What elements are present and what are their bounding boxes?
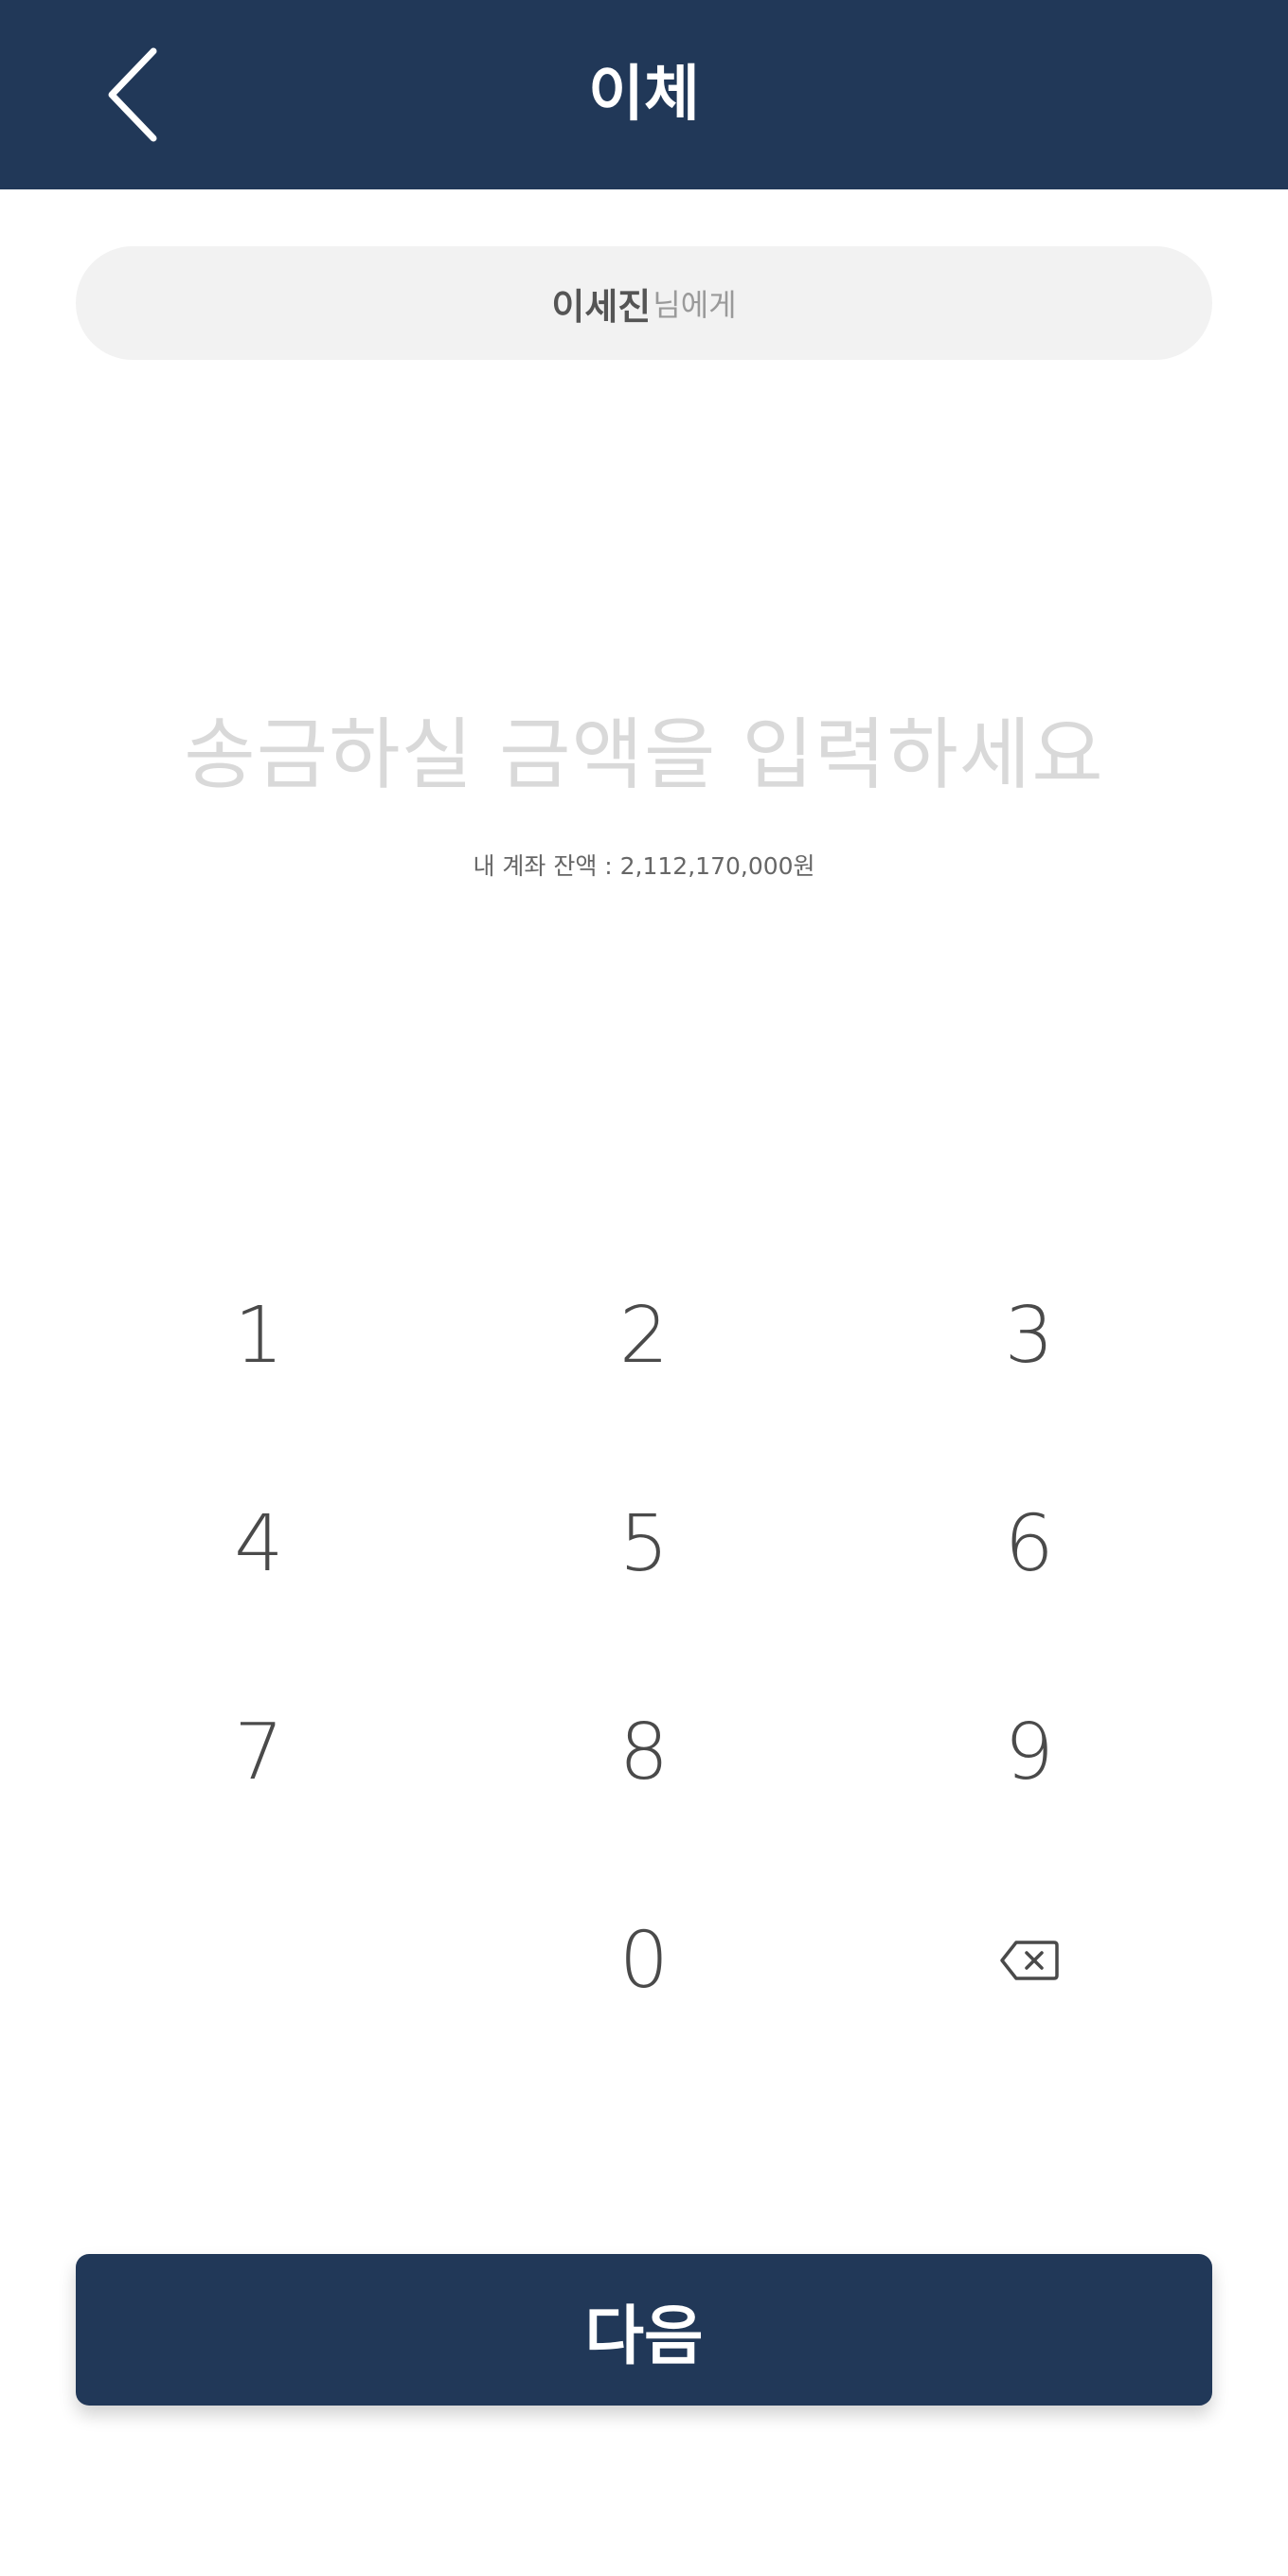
recipient-name: 이세진 <box>551 285 652 328</box>
key-1[interactable]: 1 <box>66 1231 452 1440</box>
backspace-icon <box>999 1941 1059 1980</box>
amount-input[interactable]: 송금하실 금액을 입력하세요 <box>0 691 1288 804</box>
key-empty <box>66 1856 452 2065</box>
recipient-pill: 이세진 님에게 <box>76 246 1212 360</box>
page-title: 이체 <box>588 60 700 130</box>
key-8[interactable]: 8 <box>452 1648 837 1856</box>
back-button[interactable] <box>85 38 180 152</box>
key-3[interactable]: 3 <box>836 1231 1222 1440</box>
key-5[interactable]: 5 <box>452 1440 837 1648</box>
key-6[interactable]: 6 <box>836 1440 1222 1648</box>
account-balance: 내 계좌 잔액 : 2,112,170,000원 <box>473 852 815 880</box>
key-9[interactable]: 9 <box>836 1648 1222 1856</box>
next-button[interactable]: 다음 <box>76 2254 1212 2406</box>
chevron-left-icon <box>108 47 157 142</box>
key-7[interactable]: 7 <box>66 1648 452 1856</box>
key-0[interactable]: 0 <box>452 1856 837 2065</box>
backspace-button[interactable] <box>836 1856 1222 2065</box>
number-keypad: 1 2 3 4 5 6 7 8 9 0 <box>66 1231 1222 2065</box>
key-4[interactable]: 4 <box>66 1440 452 1648</box>
header-bar: 이체 <box>0 0 1288 189</box>
recipient-suffix: 님에게 <box>653 287 737 323</box>
key-2[interactable]: 2 <box>452 1231 837 1440</box>
transfer-screen: 이체 이세진 님에게 송금하실 금액을 입력하세요 내 계좌 잔액 : 2,11… <box>0 0 1288 2576</box>
